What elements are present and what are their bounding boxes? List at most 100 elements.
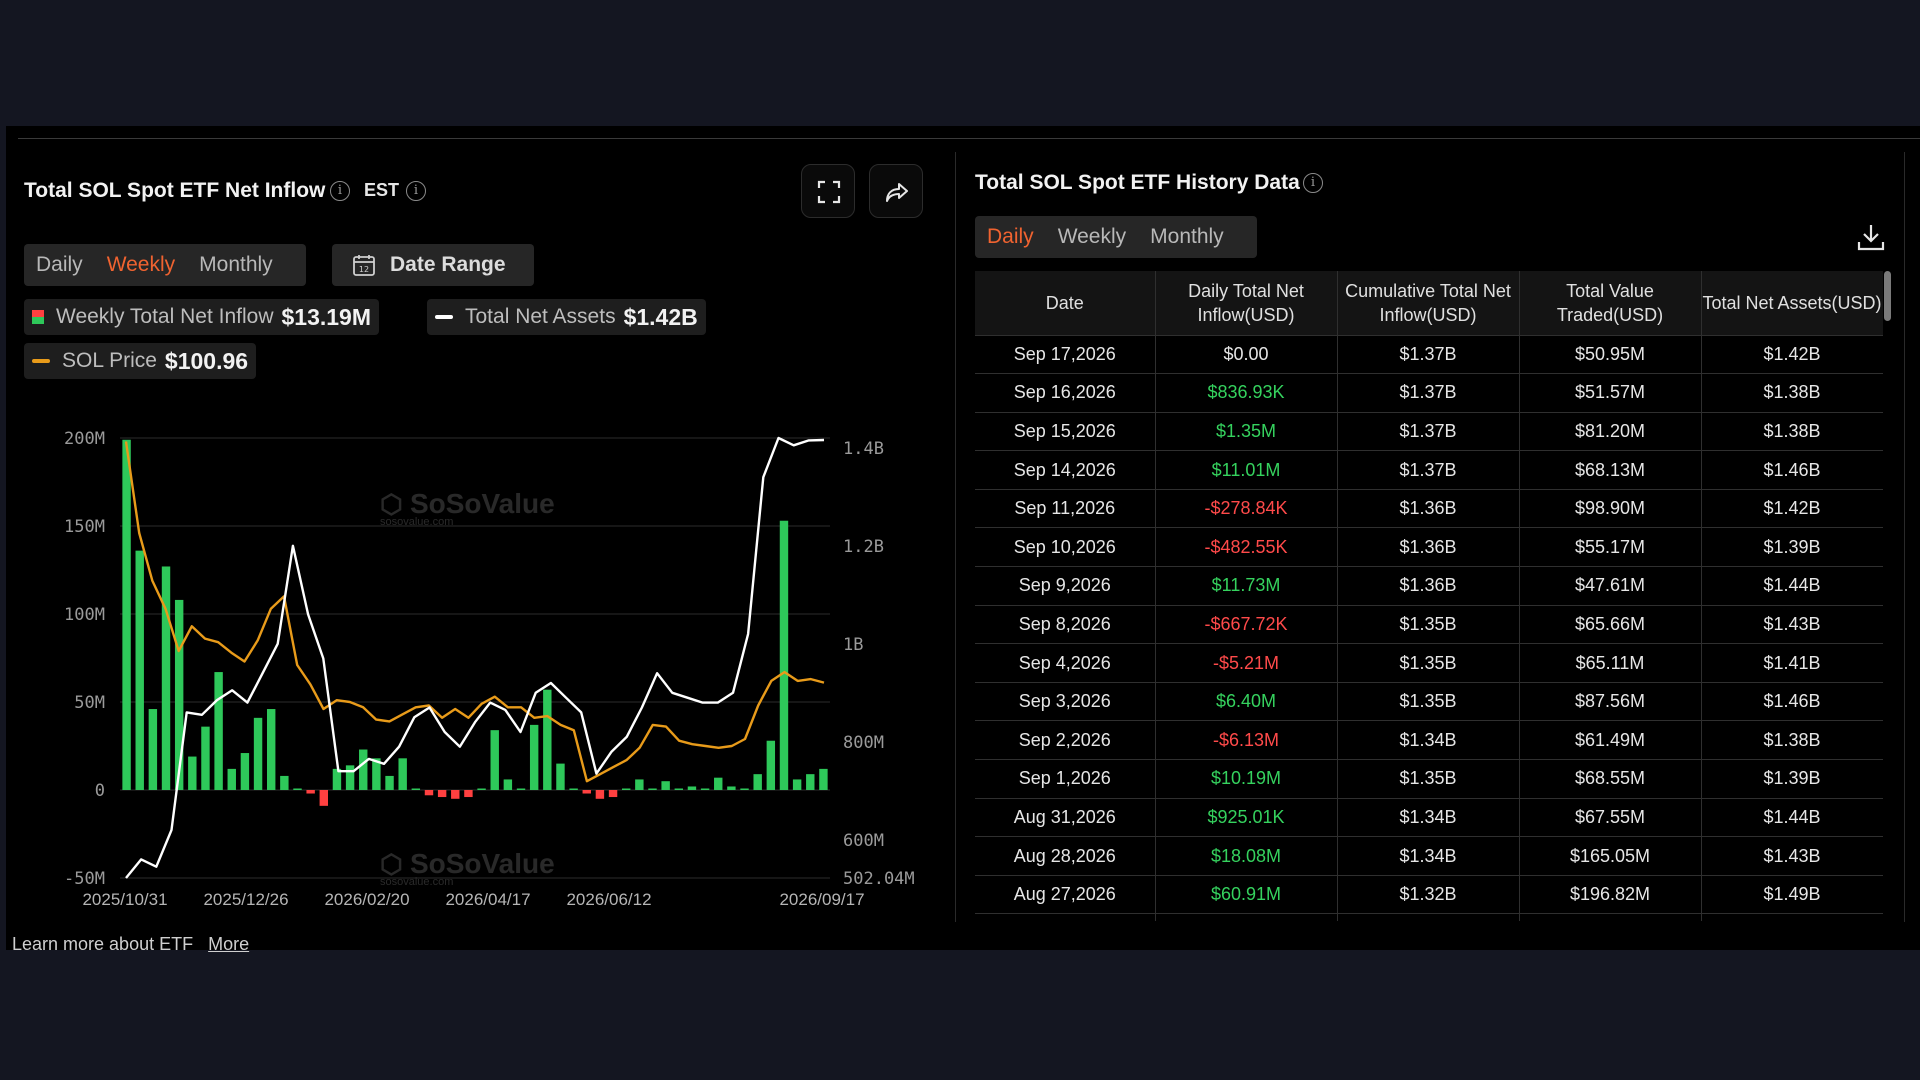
table-row[interactable]: Sep 1,2026 $10.19M $1.35B $68.55M $1.39B [975, 759, 1883, 799]
table-cell [1701, 913, 1883, 921]
table-row[interactable]: Sep 14,2026 $11.01M $1.37B $68.13M $1.46B [975, 450, 1883, 490]
table-cell: $1.46B [1701, 682, 1883, 722]
table-row[interactable]: Aug 28,2026 $18.08M $1.34B $165.05M $1.43B [975, 836, 1883, 876]
y-left-tick-label: 50M [74, 693, 105, 713]
table-cell: $1.42B [1701, 489, 1883, 529]
inflow-bar [727, 786, 736, 790]
table-body: Sep 17,2026 $0.00 $1.37B $50.95M $1.42B Sep 1… [975, 335, 1883, 921]
download-button[interactable] [1856, 222, 1886, 257]
table-row[interactable]: Sep 4,2026 -$5.21M $1.35B $65.11M $1.41B [975, 643, 1883, 683]
inflow-bar [779, 520, 789, 790]
inflow-bar [806, 774, 815, 790]
table-row[interactable]: Sep 2,2026 -$6.13M $1.34B $61.49M $1.38B [975, 720, 1883, 761]
table-cell: $67.55M [1519, 798, 1702, 838]
table-cell: Sep 8,2026 [975, 605, 1156, 645]
history-tab-weekly[interactable]: Weekly [1046, 225, 1138, 249]
table-cell: $1.42B [1701, 335, 1883, 375]
table-row[interactable] [975, 913, 1883, 921]
table-row[interactable]: Sep 9,2026 $11.73M $1.36B $47.61M $1.44B [975, 566, 1883, 606]
net-inflow-chart[interactable]: 200M 150M 100M 50M 0 -50M 1.4B 1.2B 1B 800M 600M 50… [0, 0, 960, 930]
x-tick-label: 2025/10/31 [82, 890, 167, 909]
inflow-bar [214, 672, 223, 790]
y-left-tick-label: 200M [64, 429, 105, 449]
table-cell: -$482.55K [1155, 527, 1338, 568]
table-cell: $68.55M [1519, 759, 1702, 799]
y-right-tick-label: 600M [843, 831, 884, 851]
history-tab-monthly[interactable]: Monthly [1138, 225, 1236, 249]
table-scrollbar[interactable] [1884, 271, 1891, 321]
y-left-tick-label: 100M [64, 605, 105, 625]
table-cell: $68.13M [1519, 450, 1702, 490]
more-link[interactable]: More [208, 934, 249, 954]
inflow-bar [345, 765, 355, 790]
table-row[interactable]: Aug 27,2026 $60.91M $1.32B $196.82M $1.49B [975, 875, 1883, 915]
x-tick-label: 2026/09/17 [779, 890, 864, 909]
table-row[interactable]: Sep 15,2026 $1.35M $1.37B $81.20M $1.38B [975, 412, 1883, 452]
table-cell: $1.37B [1337, 335, 1520, 375]
table-cell: $1.43B [1701, 605, 1883, 645]
table-cell: Sep 14,2026 [975, 450, 1156, 490]
table-cell: Sep 10,2026 [975, 527, 1156, 568]
table-cell: $1.37B [1337, 373, 1520, 413]
history-period-tabs: Daily Weekly Monthly [975, 216, 1257, 258]
y-right-tick-label: 1B [843, 635, 863, 655]
table-row[interactable]: Sep 8,2026 -$667.72K $1.35B $65.66M $1.43B [975, 605, 1883, 645]
table-row[interactable]: Sep 3,2026 $6.40M $1.35B $87.56M $1.46B [975, 682, 1883, 722]
table-cell: $55.17M [1519, 527, 1702, 568]
table-cell: Sep 9,2026 [975, 566, 1156, 606]
inflow-bar [227, 768, 236, 790]
x-tick-label: 2026/04/17 [445, 890, 530, 909]
table-row[interactable]: Sep 11,2026 -$278.84K $1.36B $98.90M $1.42B [975, 489, 1883, 529]
table-cell: -$278.84K [1155, 489, 1338, 529]
inflow-bar [819, 768, 828, 790]
y-right-tick-label: 502.04M [843, 869, 915, 889]
table-cell: Sep 16,2026 [975, 373, 1156, 413]
inflow-bar [464, 790, 473, 798]
inflow-bar [621, 788, 631, 790]
inflow-bar [411, 788, 421, 790]
inflow-bar [306, 790, 315, 794]
x-tick-label: 2025/12/26 [203, 890, 288, 909]
table-cell: $11.73M [1155, 566, 1338, 606]
table-cell: Sep 1,2026 [975, 759, 1156, 799]
history-tab-daily[interactable]: Daily [975, 225, 1046, 249]
table-row[interactable]: Aug 31,2026 $925.01K $1.34B $67.55M $1.44B [975, 798, 1883, 838]
table-cell: $1.35B [1337, 759, 1520, 799]
y-left-tick-label: 150M [64, 517, 105, 537]
column-header: Total Net Assets(USD) [1701, 271, 1883, 336]
table-cell: $1.44B [1701, 566, 1883, 606]
footer-text: Learn more about ETF [12, 934, 194, 954]
table-cell: -$5.21M [1155, 643, 1338, 683]
table-row[interactable]: Sep 16,2026 $836.93K $1.37B $51.57M $1.38B [975, 373, 1883, 413]
table-row[interactable]: Sep 17,2026 $0.00 $1.37B $50.95M $1.42B [975, 335, 1883, 375]
table-cell: $18.08M [1155, 836, 1338, 876]
table-cell: -$667.72K [1155, 605, 1338, 645]
y-right-tick-label: 800M [843, 733, 884, 753]
table-cell: $65.11M [1519, 643, 1702, 683]
inflow-bar [687, 786, 697, 790]
inflow-bar [674, 788, 684, 790]
inflow-bar [503, 779, 513, 790]
inflow-bar [398, 758, 407, 790]
inflow-bar [122, 439, 131, 790]
table-cell: $1.32B [1337, 875, 1520, 915]
table-cell: Sep 15,2026 [975, 412, 1156, 452]
inflow-bar [437, 790, 447, 798]
column-header: Daily Total Net Inflow(USD) [1155, 271, 1338, 336]
table-header-row: Date Daily Total Net Inflow(USD) Cumulativ… [975, 271, 1883, 336]
net-assets-line [125, 436, 825, 879]
history-table-container[interactable]: Date Daily Total Net Inflow(USD) Cumulativ… [975, 271, 1883, 921]
inflow-bar [253, 717, 263, 790]
history-info-icon[interactable]: i [1303, 173, 1323, 193]
table-cell: $47.61M [1519, 566, 1702, 606]
table-cell: $1.49B [1701, 875, 1883, 915]
x-tick-label: 2026/02/20 [324, 890, 409, 909]
table-cell: $1.43B [1701, 836, 1883, 876]
inflow-bar [451, 790, 460, 799]
inflow-bar [608, 790, 618, 798]
table-row[interactable]: Sep 10,2026 -$482.55K $1.36B $55.17M $1.39B [975, 527, 1883, 568]
inflow-bar [359, 749, 368, 790]
table-cell: $10.19M [1155, 759, 1338, 799]
table-cell: $1.37B [1337, 412, 1520, 452]
inflow-bar [293, 788, 302, 790]
